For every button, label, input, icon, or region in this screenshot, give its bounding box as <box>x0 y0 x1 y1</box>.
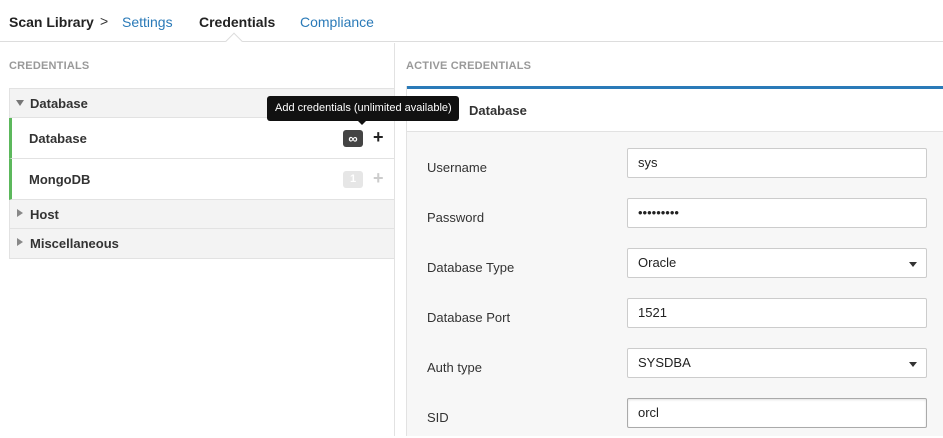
tab-settings[interactable]: Settings <box>122 14 173 30</box>
database-type-value: Oracle <box>638 255 677 270</box>
add-database-credential-button[interactable]: + <box>373 127 384 147</box>
password-input[interactable]: ••••••••• <box>627 198 927 228</box>
tooltip-arrow <box>357 120 367 125</box>
add-credentials-tooltip: Add credentials (unlimited available) <box>267 96 459 121</box>
row-auth-type: Auth type SYSDBA <box>407 348 943 388</box>
row-database-type: Database Type Oracle <box>407 248 943 288</box>
group-miscellaneous-label: Miscellaneous <box>30 236 119 251</box>
credential-type-label: Database <box>29 131 87 146</box>
database-type-label: Database Type <box>427 260 515 275</box>
caret-right-icon <box>17 209 23 217</box>
database-port-label: Database Port <box>427 310 511 325</box>
row-sid: SID orcl <box>407 398 943 438</box>
count-badge: 1 <box>343 171 363 188</box>
row-database-port: Database Port 1521 <box>407 298 943 338</box>
credential-type-label: MongoDB <box>29 172 91 187</box>
row-password: Password ••••••••• <box>407 198 943 238</box>
username-input[interactable]: sys <box>627 148 927 178</box>
username-label: Username <box>427 160 487 175</box>
auth-type-select[interactable]: SYSDBA <box>627 348 927 378</box>
unlimited-badge: ∞ <box>343 130 363 147</box>
group-host[interactable]: Host <box>10 200 394 229</box>
caret-right-icon <box>17 238 23 246</box>
caret-down-icon <box>16 100 24 106</box>
chevron-right-icon: > <box>100 13 109 29</box>
active-credential-header[interactable]: Database <box>407 89 943 132</box>
chevron-down-icon <box>909 262 917 267</box>
top-navigation: Scan Library > Settings Credentials Comp… <box>0 0 943 50</box>
tab-credentials[interactable]: Credentials <box>199 14 275 30</box>
chevron-down-icon <box>909 362 917 367</box>
auth-type-label: Auth type <box>427 360 482 375</box>
active-credentials-section-title: ACTIVE CREDENTIALS <box>406 60 532 72</box>
tab-compliance[interactable]: Compliance <box>300 14 374 30</box>
add-mongodb-credential-button[interactable]: + <box>373 168 384 188</box>
database-port-input[interactable]: 1521 <box>627 298 927 328</box>
group-host-label: Host <box>30 207 59 222</box>
password-label: Password <box>427 210 485 225</box>
credential-type-database[interactable]: Database ∞ + <box>9 118 394 159</box>
credentials-section-title: CREDENTIALS <box>9 60 90 72</box>
credential-type-mongodb[interactable]: MongoDB 1 + <box>9 159 394 200</box>
sid-label: SID <box>427 410 449 425</box>
credential-form: Username sys Password ••••••••• Database… <box>407 132 943 436</box>
group-database-label: Database <box>30 96 88 111</box>
row-username: Username sys <box>407 148 943 188</box>
group-miscellaneous[interactable]: Miscellaneous <box>10 229 394 258</box>
database-type-select[interactable]: Oracle <box>627 248 927 278</box>
sid-input[interactable]: orcl <box>627 398 927 428</box>
auth-type-value: SYSDBA <box>638 355 691 370</box>
active-credential-card: Database Username sys Password •••••••••… <box>406 86 943 436</box>
active-credentials-panel: ACTIVE CREDENTIALS Database Username sys… <box>394 43 943 436</box>
breadcrumb-scan-library[interactable]: Scan Library <box>9 14 94 30</box>
active-credential-title: Database <box>469 103 527 118</box>
